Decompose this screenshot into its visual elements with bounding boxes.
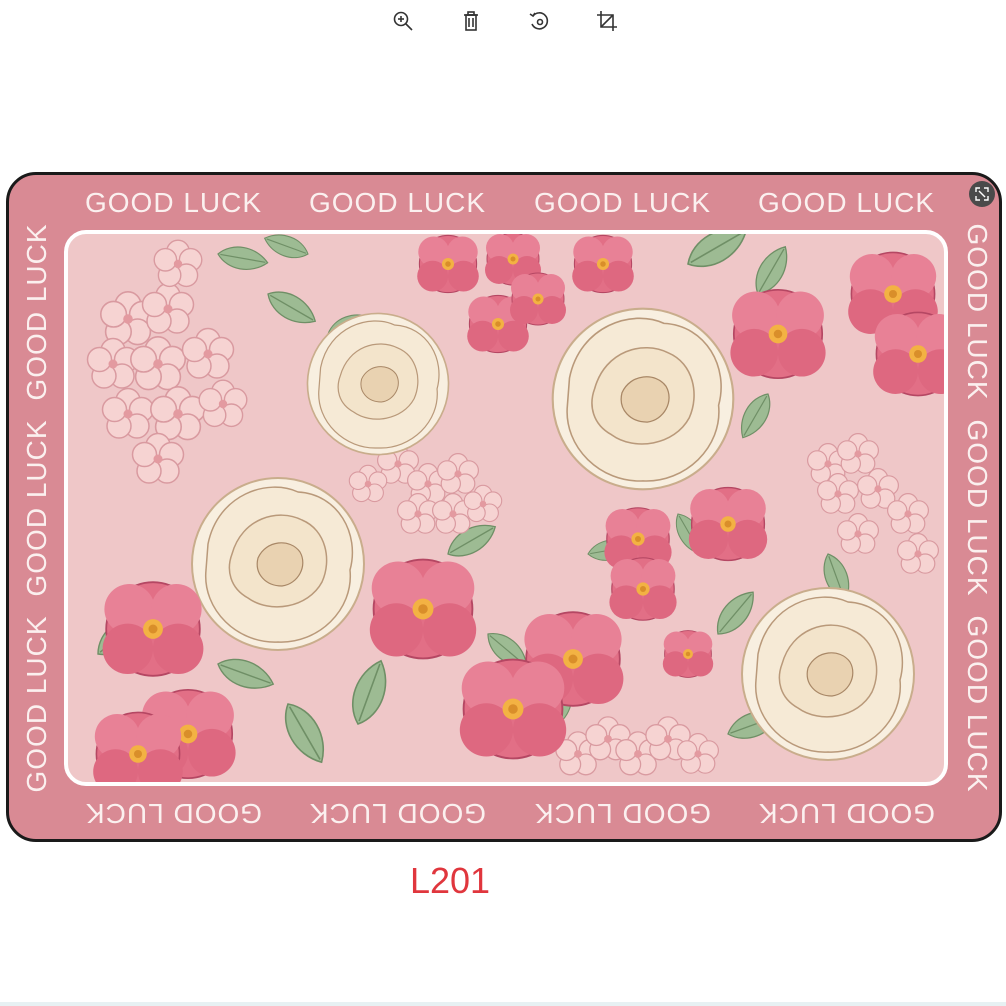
border-text-right: GOOD LUCK xyxy=(962,615,993,793)
border-text-right: GOOD LUCK xyxy=(962,419,993,597)
rotate-icon xyxy=(529,12,549,30)
zoom-in-icon xyxy=(393,11,413,31)
border-text-left: GOOD LUCK xyxy=(21,223,52,401)
border-text-bottom: GOOD LUCK xyxy=(534,798,712,829)
border-text-top: GOOD LUCK xyxy=(534,187,712,218)
expand-icon xyxy=(975,187,989,201)
bottom-edge-strip xyxy=(0,1002,1006,1006)
crop-button[interactable] xyxy=(590,4,624,38)
floral-panel xyxy=(64,230,948,786)
border-text-bottom: GOOD LUCK xyxy=(309,798,487,829)
border-text-left: GOOD LUCK xyxy=(21,615,52,793)
desk-mat-image: GOOD LUCK GOOD LUCK GOOD LUCK GOOD LUCK … xyxy=(6,172,1002,842)
image-toolbar xyxy=(380,4,630,38)
rotate-button[interactable] xyxy=(522,4,556,38)
border-text-right: GOOD LUCK xyxy=(962,223,993,401)
border-text-top: GOOD LUCK xyxy=(309,187,487,218)
border-text-left: GOOD LUCK xyxy=(21,419,52,597)
expand-button[interactable] xyxy=(969,181,995,207)
border-text-bottom: GOOD LUCK xyxy=(758,798,936,829)
crop-icon xyxy=(597,11,617,31)
zoom-in-button[interactable] xyxy=(386,4,420,38)
border-text-top: GOOD LUCK xyxy=(85,187,263,218)
product-code: L201 xyxy=(409,860,491,901)
floral-illustration xyxy=(86,234,944,782)
border-text-bottom: GOOD LUCK xyxy=(85,798,263,829)
trash-icon xyxy=(464,11,478,31)
border-text-top: GOOD LUCK xyxy=(758,187,936,218)
delete-button[interactable] xyxy=(454,4,488,38)
